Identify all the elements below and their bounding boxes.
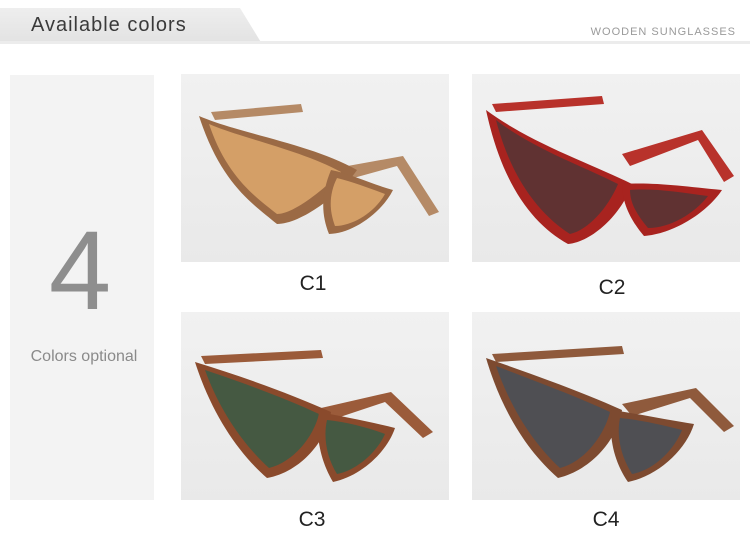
product-card-c3[interactable] — [181, 312, 449, 500]
sunglasses-image-c4 — [486, 346, 734, 482]
variant-label-c1: C1 — [299, 272, 327, 295]
color-count: 4 — [48, 208, 112, 333]
sunglasses-image-c1 — [199, 104, 439, 234]
header-subtitle: WOODEN SUNGLASSES — [590, 26, 736, 38]
variant-label-c4: C4 — [592, 508, 620, 531]
sunglasses-image-c2 — [486, 96, 734, 244]
product-card-c1[interactable] — [181, 74, 449, 262]
sunglasses-image-c3 — [195, 350, 433, 482]
variant-label-c2: C2 — [598, 276, 626, 299]
product-card-c2[interactable] — [472, 74, 740, 262]
variant-label-c3: C3 — [298, 508, 326, 531]
section-title: Available colors — [31, 14, 187, 36]
header-divider — [0, 41, 750, 44]
product-card-c4[interactable] — [472, 312, 740, 500]
colors-optional-label: Colors optional — [30, 348, 138, 365]
